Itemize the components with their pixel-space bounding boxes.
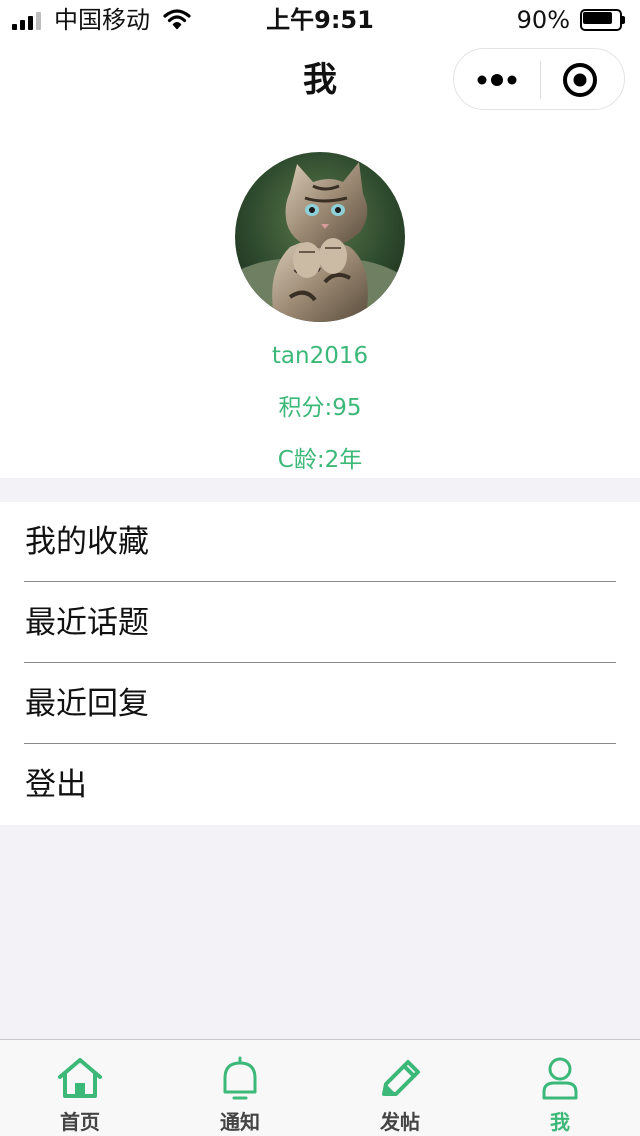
profile-section: tan2016 积分:95 C龄:2年 xyxy=(0,122,640,478)
menu-item-label: 登出 xyxy=(25,767,87,803)
battery-icon xyxy=(580,9,625,31)
battery-percent: 90% xyxy=(516,6,570,34)
tab-label: 通知 xyxy=(220,1110,260,1134)
pencil-icon xyxy=(382,1060,420,1096)
tab-me[interactable]: 我 xyxy=(480,1040,640,1136)
menu-item-favorites[interactable]: 我的收藏 xyxy=(0,502,640,582)
menu-item-recent-topics[interactable]: 最近话题 xyxy=(0,583,640,663)
tab-label: 发帖 xyxy=(380,1110,420,1134)
menu-item-label: 最近回复 xyxy=(25,686,149,722)
menu-item-label: 最近话题 xyxy=(25,605,149,641)
miniprogram-capsule xyxy=(453,48,625,110)
menu-list: 我的收藏 最近话题 最近回复 登出 xyxy=(0,502,640,825)
divider xyxy=(24,662,616,663)
tab-label: 首页 xyxy=(60,1110,100,1134)
bell-icon xyxy=(223,1056,257,1100)
menu-item-label: 我的收藏 xyxy=(25,524,149,560)
avatar[interactable] xyxy=(235,152,405,322)
more-dots-icon xyxy=(477,74,517,86)
username: tan2016 xyxy=(271,343,369,369)
phone-screen: 中国移动 上午9:51 90% 我 tan2016 积分:95 C龄:2年 我的… xyxy=(0,0,640,1136)
tab-label: 我 xyxy=(550,1110,570,1134)
tab-bar: 首页 通知 发帖 我 xyxy=(0,1039,640,1136)
points-label: 积分:95 xyxy=(278,395,362,421)
divider xyxy=(24,581,616,582)
menu-item-logout[interactable]: 登出 xyxy=(0,745,640,825)
navigation-bar: 我 xyxy=(0,40,640,122)
tab-notifications[interactable]: 通知 xyxy=(160,1040,320,1136)
c-age-label: C龄:2年 xyxy=(277,447,363,473)
target-circle-icon xyxy=(563,63,597,97)
divider xyxy=(24,743,616,744)
close-button[interactable] xyxy=(560,61,600,99)
tab-home[interactable]: 首页 xyxy=(0,1040,160,1136)
more-button[interactable] xyxy=(474,63,522,97)
home-icon xyxy=(58,1058,102,1098)
tab-new-post[interactable]: 发帖 xyxy=(320,1040,480,1136)
kitten-avatar xyxy=(235,152,405,322)
status-bar: 中国移动 上午9:51 90% xyxy=(0,0,640,40)
capsule-divider xyxy=(540,61,541,99)
menu-item-recent-replies[interactable]: 最近回复 xyxy=(0,664,640,744)
user-icon xyxy=(542,1057,578,1100)
